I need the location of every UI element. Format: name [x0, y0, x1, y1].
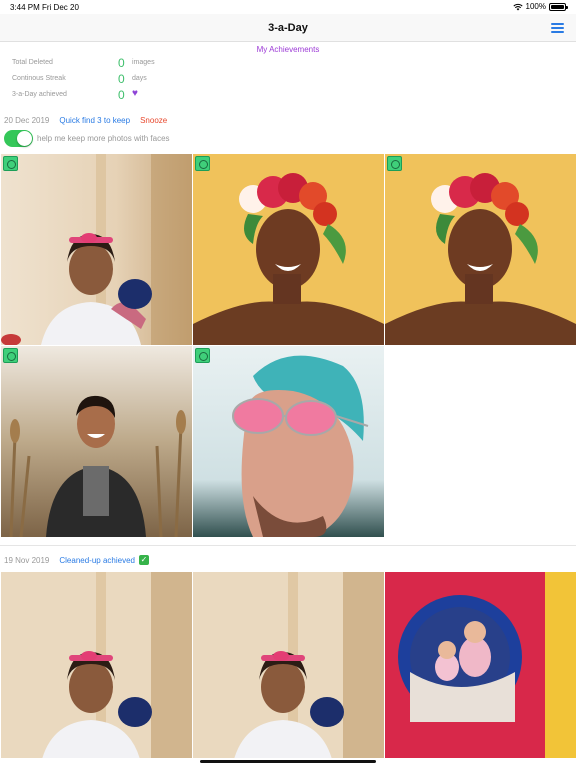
- stat-label: Continous Streak: [12, 75, 66, 82]
- wifi-icon: [512, 3, 523, 10]
- stat-total-deleted: Total Deleted 0 images: [12, 56, 212, 72]
- section-date: 20 Dec 2019: [4, 116, 50, 125]
- navigation-bar: 3-a-Day: [0, 14, 576, 42]
- stats-panel: Total Deleted 0 images Continous Streak …: [12, 56, 212, 104]
- woman-flower-photo-image: [385, 154, 576, 345]
- kids-playground-photo-image: [385, 572, 576, 758]
- faces-toggle-row: help me keep more photos with faces: [4, 130, 170, 147]
- stat-value: 0: [118, 56, 125, 70]
- faces-toggle-label: help me keep more photos with faces: [37, 134, 170, 143]
- status-date: Fri Dec 20: [42, 3, 79, 12]
- photo-man-dark-jacket[interactable]: [1, 346, 192, 537]
- purple-heart-icon: ♥: [132, 88, 138, 99]
- stat-unit: days: [132, 75, 147, 82]
- section-date: 19 Nov 2019: [4, 555, 50, 565]
- girl-photo-image: [1, 572, 192, 758]
- face-select-badge-icon[interactable]: [195, 348, 210, 363]
- section-header-nov: 19 Nov 2019 Cleaned-up achieved ✓: [4, 555, 149, 565]
- stat-continuous-streak: Continous Streak 0 days: [12, 72, 212, 88]
- face-select-badge-icon[interactable]: [195, 156, 210, 171]
- photo-woman-flower-crown[interactable]: [193, 154, 384, 345]
- photo-girl-boxing-glove-3[interactable]: [193, 572, 384, 758]
- status-bar: 3:44 PM Fri Dec 20 100%: [0, 0, 576, 14]
- page-title: 3-a-Day: [268, 22, 308, 34]
- status-time: 3:44 PM: [10, 3, 40, 12]
- status-right: 100%: [512, 2, 568, 11]
- hamburger-menu-icon[interactable]: [551, 23, 564, 33]
- green-check-icon: ✓: [138, 555, 149, 565]
- man-sunglasses-photo-image: [193, 346, 384, 537]
- quick-find-link[interactable]: Quick find 3 to keep: [59, 116, 130, 125]
- battery-percent: 100%: [525, 2, 546, 11]
- photo-man-pink-sunglasses[interactable]: [193, 346, 384, 537]
- stat-label: 3-a-Day achieved: [12, 91, 67, 98]
- section-header-dec: 20 Dec 2019 Quick find 3 to keep Snooze: [4, 116, 167, 125]
- woman-flower-photo-image: [193, 154, 384, 345]
- face-select-badge-icon[interactable]: [3, 348, 18, 363]
- home-indicator[interactable]: [200, 760, 376, 763]
- face-select-badge-icon[interactable]: [387, 156, 402, 171]
- stat-value: 0: [118, 88, 125, 102]
- stat-unit: images: [132, 59, 155, 66]
- section-divider: [0, 545, 576, 546]
- photo-girl-boxing-glove-2[interactable]: [1, 572, 192, 758]
- stat-3-a-day-achieved: 3-a-Day achieved 0 ♥: [12, 88, 212, 104]
- stat-value: 0: [118, 72, 125, 86]
- snooze-button[interactable]: Snooze: [140, 116, 167, 125]
- cleaned-up-achieved-label[interactable]: Cleaned-up achieved: [59, 556, 135, 565]
- face-select-badge-icon[interactable]: [3, 156, 18, 171]
- faces-toggle-switch[interactable]: [4, 130, 33, 147]
- battery-icon: [549, 2, 568, 11]
- girl-photo-image: [1, 154, 192, 345]
- stat-label: Total Deleted: [12, 59, 53, 66]
- man-jacket-photo-image: [1, 346, 192, 537]
- girl-photo-image: [193, 572, 384, 758]
- photo-kids-playground-tunnel[interactable]: [385, 572, 576, 758]
- photo-woman-flower-crown-duplicate[interactable]: [385, 154, 576, 345]
- my-achievements-link[interactable]: My Achievements: [0, 45, 576, 54]
- photo-girl-boxing-glove[interactable]: [1, 154, 192, 345]
